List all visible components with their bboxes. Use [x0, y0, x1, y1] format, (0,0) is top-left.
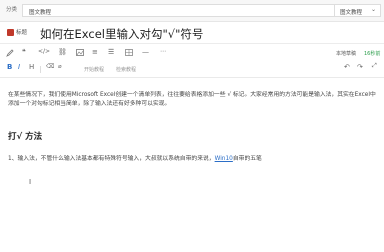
category-select[interactable]: 图文教程 ⌄	[334, 4, 381, 17]
category-label: 分类	[6, 7, 18, 13]
page-title[interactable]: 如何在Excel里输入对勾"√"符号	[40, 26, 203, 42]
link-icon[interactable]: ⛓	[58, 48, 67, 56]
win10-link[interactable]: Win10	[215, 156, 233, 162]
save-status: 16秒前	[364, 51, 381, 57]
undo-icon[interactable]: ↶	[344, 63, 350, 71]
cover-label: 标题	[16, 30, 28, 36]
more-icon[interactable]: ⋯	[160, 48, 166, 55]
category-bar: 分类 图文教程 图文教程 ⌄	[0, 0, 384, 22]
cover-thumbnail-icon	[7, 29, 14, 36]
quote-icon[interactable]: ❝	[22, 48, 26, 56]
paragraph-intro[interactable]: 在某些情况下，我们使用Microsoft Excel创建一个清单列表，往往要给表…	[8, 91, 380, 109]
section-heading[interactable]: 打√ 方法	[8, 130, 42, 142]
redo-icon[interactable]: ↷	[357, 63, 363, 71]
bold-button[interactable]: B	[7, 63, 12, 71]
image-icon[interactable]	[76, 49, 84, 56]
step-1-text: 1、输入法，不管什么输入法基本都有特殊符号输入，大叔就以系统自带的来说，	[8, 156, 215, 162]
editor-toolbar: ❝ </> ⛓ ≡ ☰ — ⋯ 本地草稿 16秒前 B I H ⌫ ⌀ 开始教程…	[0, 44, 384, 78]
text-cursor-icon: I	[29, 178, 32, 186]
step-1-paragraph[interactable]: 1、输入法，不管什么输入法基本都有特殊符号输入，大叔就以系统自带的来说，Win1…	[8, 155, 380, 164]
mode-local-draft[interactable]: 本地草稿	[336, 50, 356, 57]
maximize-icon[interactable]: ⤢	[372, 62, 377, 70]
title-bar: 标题 如何在Excel里输入对勾"√"符号	[0, 22, 384, 44]
open-tool-button[interactable]: 开始教程	[84, 66, 104, 73]
numbered-list-icon[interactable]: ☰	[108, 48, 114, 56]
heading-button[interactable]: H	[29, 63, 34, 71]
category-input[interactable]: 图文教程	[22, 4, 344, 17]
horizontal-rule-icon[interactable]: —	[142, 48, 149, 56]
chevron-down-icon: ⌄	[370, 6, 376, 13]
edit-icon[interactable]	[6, 49, 14, 57]
search-tool-button[interactable]: 检索教程	[116, 66, 136, 73]
step-1-suffix: 自带的五笔	[232, 156, 262, 162]
code-icon[interactable]: </>	[38, 48, 50, 55]
table-icon[interactable]	[125, 49, 133, 56]
italic-button[interactable]: I	[18, 63, 20, 71]
attach-icon[interactable]: ⌀	[58, 63, 62, 70]
category-select-value: 图文教程	[340, 10, 363, 16]
cover-image-button[interactable]: 标题	[7, 28, 38, 39]
bulleted-list-icon[interactable]: ≡	[92, 48, 98, 56]
clear-format-icon[interactable]: ⌫	[46, 63, 54, 70]
toolbar-divider	[40, 66, 41, 73]
